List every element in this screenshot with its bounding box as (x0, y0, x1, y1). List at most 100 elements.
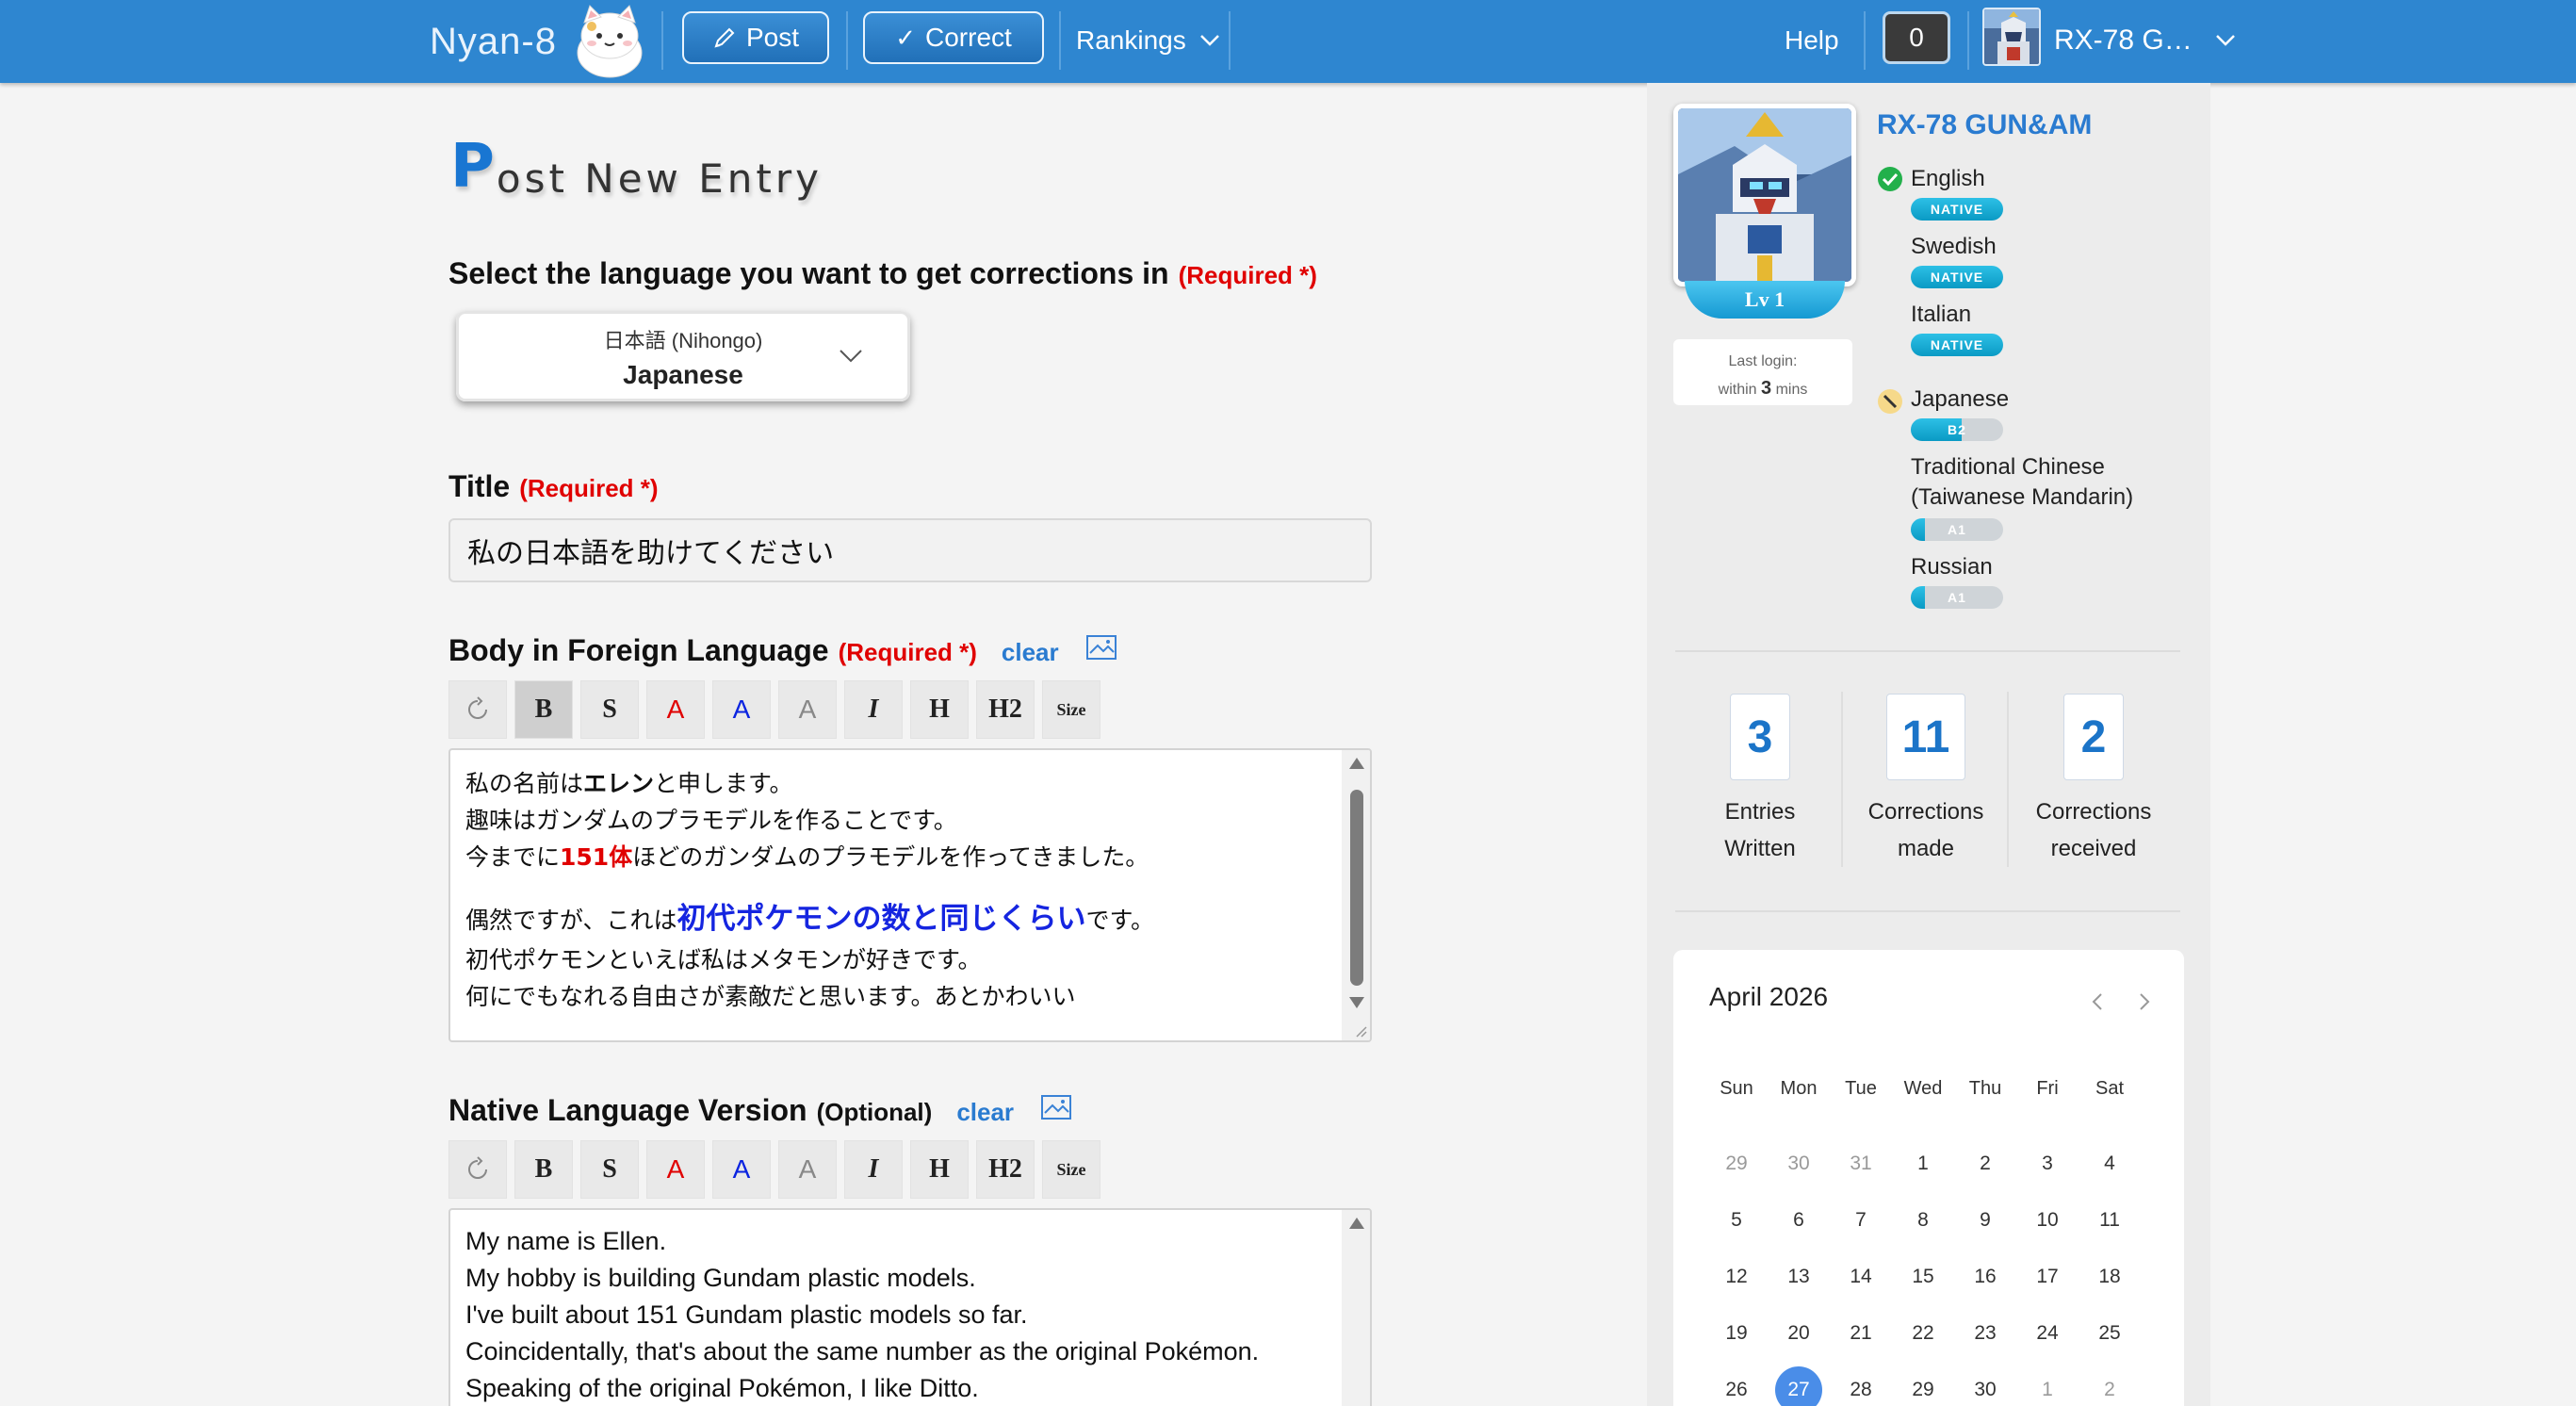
native-line: My hobby is building Gundam plastic mode… (465, 1264, 976, 1292)
chevron-left-icon[interactable] (2088, 991, 2109, 1012)
title-input[interactable]: 私の日本語を助けてください (448, 518, 1372, 582)
calendar-day[interactable]: 21 (1837, 1310, 1884, 1357)
heading-button[interactable]: H (910, 1140, 969, 1199)
notification-counter[interactable]: 0 (1883, 11, 1950, 64)
brand-name[interactable]: Nyan-8 (430, 11, 557, 72)
native-clear-link[interactable]: clear (956, 1098, 1014, 1127)
user-menu[interactable]: RX-78 G… (2054, 11, 2236, 70)
chevron-right-icon[interactable] (2133, 991, 2154, 1012)
editor-scrollbar[interactable] (1342, 750, 1370, 1040)
calendar-day[interactable]: 15 (1899, 1253, 1947, 1300)
avatar[interactable] (1982, 8, 2041, 66)
text-run: 私の名前は (465, 770, 584, 797)
strike-button[interactable]: S (580, 680, 639, 739)
calendar-day[interactable]: 30 (1775, 1140, 1822, 1187)
body-editor[interactable]: 私の名前はエレンと申します。 趣味はガンダムのプラモデルを作ることです。 今まで… (448, 748, 1372, 1042)
calendar-day[interactable]: 4 (2086, 1140, 2133, 1187)
red-text-button[interactable]: A (646, 680, 705, 739)
body-clear-link[interactable]: clear (1002, 638, 1059, 667)
resize-handle-icon[interactable] (1351, 1022, 1368, 1038)
profile-username[interactable]: RX-78 GUN&AM (1877, 109, 2092, 141)
heading2-button[interactable]: H2 (976, 680, 1035, 739)
calendar-day[interactable]: 8 (1899, 1197, 1947, 1244)
calendar-day[interactable]: 1 (1899, 1140, 1947, 1187)
entries-written-count[interactable]: 3 (1730, 694, 1790, 780)
calendar-day[interactable]: 26 (1713, 1366, 1760, 1406)
calendar-day[interactable]: 23 (1962, 1310, 2009, 1357)
bold-button[interactable]: B (514, 680, 573, 739)
grey-text-button[interactable]: A (778, 680, 837, 739)
calendar-day[interactable]: 31 (1837, 1140, 1884, 1187)
native-line: My name is Ellen. (465, 1227, 667, 1255)
bold-text-run: エレン (583, 770, 655, 797)
native-editor[interactable]: My name is Ellen. My hobby is building G… (448, 1208, 1372, 1406)
language-select[interactable]: 日本語 (Nihongo) Japanese (456, 311, 910, 401)
scroll-up-arrow[interactable] (1349, 758, 1364, 769)
last-login-box: Last login: within 3 mins (1673, 339, 1852, 405)
cat-mascot-icon[interactable] (569, 4, 650, 79)
heading2-button[interactable]: H2 (976, 1140, 1035, 1199)
calendar-day[interactable]: 20 (1775, 1310, 1822, 1357)
calendar-day[interactable]: 7 (1837, 1197, 1884, 1244)
calendar-day[interactable]: 30 (1962, 1366, 2009, 1406)
grey-text-button[interactable]: A (778, 1140, 837, 1199)
calendar-day[interactable]: 3 (2024, 1140, 2071, 1187)
body-section-label: Body in Foreign Language (Required *) cl… (448, 633, 1117, 668)
profile-picture[interactable] (1673, 104, 1856, 286)
calendar-day[interactable]: 19 (1713, 1310, 1760, 1357)
editor-scrollbar[interactable] (1342, 1210, 1370, 1406)
heading-button[interactable]: H (910, 680, 969, 739)
post-button[interactable]: Post (682, 11, 829, 64)
text-run: 偶然ですが、これは (465, 907, 677, 934)
body-line: 趣味はガンダムのプラモデルを作ることです。 (465, 807, 957, 834)
stat-divider (2007, 692, 2009, 867)
calendar-day[interactable]: 14 (1837, 1253, 1884, 1300)
calendar-day[interactable]: 2 (2086, 1366, 2133, 1406)
calendar-day[interactable]: 18 (2086, 1253, 2133, 1300)
native-label-text: Native Language Version (448, 1093, 807, 1127)
bold-button[interactable]: B (514, 1140, 573, 1199)
calendar-day[interactable]: 16 (1962, 1253, 2009, 1300)
correct-button[interactable]: ✓ Correct (863, 11, 1044, 64)
calendar-day[interactable]: 12 (1713, 1253, 1760, 1300)
calendar-day[interactable]: 27 (1775, 1366, 1822, 1406)
scroll-down-arrow[interactable] (1349, 997, 1364, 1008)
calendar-day[interactable]: 24 (2024, 1310, 2071, 1357)
page-title-initial: P (450, 132, 495, 202)
scroll-up-arrow[interactable] (1349, 1218, 1364, 1229)
text-run: 今までに (465, 843, 561, 871)
text-run: と申します。 (654, 770, 793, 797)
calendar-day[interactable]: 10 (2024, 1197, 2071, 1244)
insert-image-icon[interactable] (1040, 1094, 1072, 1120)
calendar-day[interactable]: 25 (2086, 1310, 2133, 1357)
italic-button[interactable]: I (844, 680, 903, 739)
corrections-received-count[interactable]: 2 (2063, 694, 2124, 780)
calendar-day[interactable]: 6 (1775, 1197, 1822, 1244)
help-link[interactable]: Help (1785, 11, 1839, 70)
calendar-day[interactable]: 28 (1837, 1366, 1884, 1406)
strike-button[interactable]: S (580, 1140, 639, 1199)
calendar-day[interactable]: 17 (2024, 1253, 2071, 1300)
calendar-day[interactable]: 13 (1775, 1253, 1822, 1300)
scroll-thumb[interactable] (1350, 790, 1363, 986)
size-button[interactable]: Size (1042, 1140, 1101, 1199)
calendar-day[interactable]: 9 (1962, 1197, 2009, 1244)
undo-button[interactable] (448, 1140, 507, 1199)
username-label: RX-78 G… (2054, 25, 2193, 56)
calendar-day[interactable]: 29 (1899, 1366, 1947, 1406)
calendar-day[interactable]: 11 (2086, 1197, 2133, 1244)
blue-text-button[interactable]: A (712, 1140, 771, 1199)
calendar-day[interactable]: 29 (1713, 1140, 1760, 1187)
undo-button[interactable] (448, 680, 507, 739)
calendar-day[interactable]: 22 (1899, 1310, 1947, 1357)
calendar-day[interactable]: 2 (1962, 1140, 2009, 1187)
italic-button[interactable]: I (844, 1140, 903, 1199)
size-button[interactable]: Size (1042, 680, 1101, 739)
red-text-button[interactable]: A (646, 1140, 705, 1199)
corrections-made-count[interactable]: 11 (1886, 694, 1965, 780)
blue-text-button[interactable]: A (712, 680, 771, 739)
calendar-day[interactable]: 1 (2024, 1366, 2071, 1406)
calendar-day[interactable]: 5 (1713, 1197, 1760, 1244)
rankings-menu[interactable]: Rankings (1076, 11, 1220, 70)
insert-image-icon[interactable] (1085, 634, 1117, 661)
